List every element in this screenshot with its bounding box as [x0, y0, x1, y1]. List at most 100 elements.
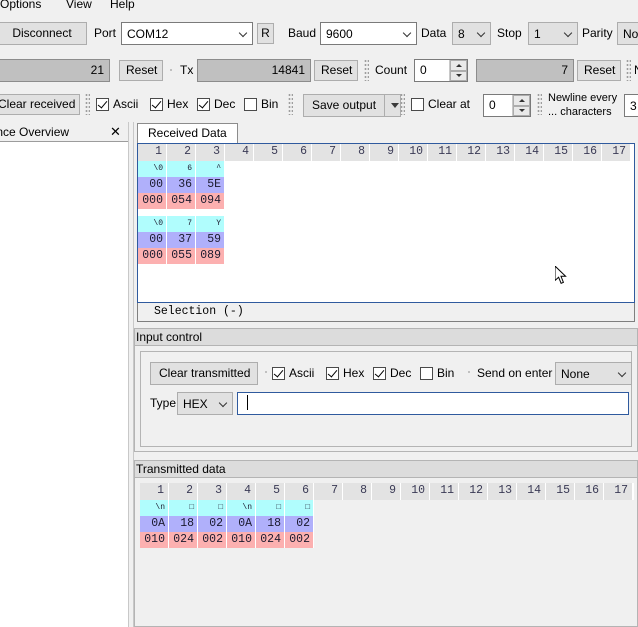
received-selection-status: Selection (-) — [137, 303, 635, 322]
transmitted-dec-cell[interactable]: 024 — [169, 532, 198, 548]
received-column-header: 11 — [428, 144, 457, 161]
received-hex-cell[interactable]: 5E — [196, 177, 225, 193]
newline-every-label-line1: Newline every — [548, 92, 618, 104]
transmitted-hex-cell[interactable]: 02 — [198, 516, 227, 532]
toolbar-grip[interactable] — [626, 59, 631, 81]
received-ascii-cell[interactable]: ^ — [196, 161, 225, 177]
transmitted-ascii-cell[interactable]: □ — [169, 500, 198, 516]
received-dec-cell[interactable]: 094 — [196, 193, 225, 209]
transmitted-dec-cell[interactable]: 002 — [285, 532, 314, 548]
clear-at-checkbox[interactable]: Clear at — [411, 97, 470, 111]
clear-received-button[interactable]: Clear received — [0, 94, 80, 115]
received-hex-cell[interactable]: 59 — [196, 232, 225, 248]
save-output-button[interactable]: Save output — [303, 94, 385, 117]
received-hex-cell[interactable]: 36 — [167, 177, 196, 193]
clear-at-stepper-buttons[interactable] — [512, 95, 530, 116]
transmitted-dec-cell[interactable]: 024 — [256, 532, 285, 548]
send-on-enter-select[interactable]: None — [555, 362, 632, 385]
transmitted-hex-cell[interactable]: 02 — [285, 516, 314, 532]
transmitted-ascii-cell[interactable]: \n — [140, 500, 169, 516]
parity-select[interactable]: No — [617, 22, 638, 45]
clear-at-stepper-up[interactable] — [513, 95, 530, 106]
transmitted-hex-cell[interactable]: 18 — [256, 516, 285, 532]
rx-reset-button[interactable]: Reset — [119, 60, 163, 81]
received-hex-cell[interactable]: 37 — [167, 232, 196, 248]
port-select[interactable]: COM12 — [121, 22, 253, 45]
transmitted-ascii-cell[interactable]: □ — [198, 500, 227, 516]
newline-every-label-line2: ... characters — [548, 106, 612, 118]
save-output-dropdown-button[interactable] — [384, 94, 402, 117]
toolbar-grip[interactable] — [288, 93, 293, 115]
transmitted-dec-cell[interactable]: 010 — [140, 532, 169, 548]
received-ascii-cell[interactable]: 7 — [167, 216, 196, 232]
baud-select-value: 9600 — [326, 26, 353, 41]
menu-item-help[interactable]: Help — [110, 0, 135, 11]
sequence-overview-body[interactable] — [0, 142, 128, 627]
count-stepper-down[interactable] — [450, 70, 467, 81]
received-ascii-cell[interactable]: 6 — [167, 161, 196, 177]
transmitted-data-grid[interactable]: 1 2 3 4 5 6 7 8 9 10 11 12 13 14 15 16 17 \n □ □ \n □ □ 0A 18 02… — [140, 483, 634, 621]
received-dec-cell[interactable]: 000 — [138, 193, 167, 209]
input-bin-checkbox[interactable]: Bin — [420, 366, 454, 380]
refresh-ports-button[interactable]: R — [257, 23, 274, 44]
tab-received-data[interactable]: Received Data — [137, 123, 238, 144]
received-ascii-cell[interactable]: \0 — [138, 161, 167, 177]
input-dec-checkbox[interactable]: Dec — [373, 366, 411, 380]
received-hex-cell[interactable]: 00 — [138, 177, 167, 193]
count-reset-button[interactable]: Reset — [577, 60, 621, 81]
hex-checkbox[interactable]: Hex — [150, 97, 188, 111]
clear-transmitted-button[interactable]: Clear transmitted — [150, 362, 258, 385]
save-output-split-button[interactable]: Save output — [303, 94, 402, 117]
tx-reset-button[interactable]: Reset — [314, 60, 358, 81]
transmitted-ascii-cell[interactable]: \n — [227, 500, 256, 516]
ascii-checkbox[interactable]: Ascii — [96, 97, 138, 111]
transmitted-column-header: 15 — [546, 483, 575, 500]
received-ascii-cell[interactable]: \0 — [138, 216, 167, 232]
input-ascii-checkbox[interactable]: Ascii — [272, 366, 314, 380]
chevron-down-icon — [404, 29, 413, 38]
transmitted-dec-cell[interactable]: 002 — [198, 532, 227, 548]
clear-at-stepper[interactable]: 0 — [483, 94, 531, 117]
bin-checkbox[interactable]: Bin — [244, 97, 278, 111]
type-select[interactable]: HEX — [177, 392, 233, 415]
transmitted-hex-cell[interactable]: 0A — [227, 516, 256, 532]
received-dec-cell[interactable]: 089 — [196, 248, 225, 264]
toolbar-grip[interactable] — [400, 93, 405, 115]
count-stepper-up[interactable] — [450, 60, 467, 71]
received-column-header: 3 — [196, 144, 225, 161]
received-ascii-cell[interactable]: Y — [196, 216, 225, 232]
transmitted-hex-cell[interactable]: 0A — [140, 516, 169, 532]
transmitted-dec-cell[interactable]: 010 — [227, 532, 256, 548]
received-dec-cell[interactable]: 000 — [138, 248, 167, 264]
count-stepper[interactable]: 0 — [414, 59, 468, 82]
data-bits-select[interactable]: 8 — [452, 22, 491, 45]
tx-label: Tx — [180, 63, 194, 77]
received-data-grid[interactable]: 1 2 3 4 5 6 7 8 9 10 11 12 13 14 15 16 17 \0 6 ^ 00 36 5E 000 0… — [137, 143, 635, 303]
clear-at-stepper-down[interactable] — [513, 105, 530, 116]
received-dec-cell[interactable]: 055 — [167, 248, 196, 264]
menu-item-view[interactable]: View — [66, 0, 92, 11]
toolbar-grip[interactable] — [85, 93, 90, 115]
count-stepper-buttons[interactable] — [449, 60, 467, 81]
transmitted-dec-row: 010 024 002 010 024 002 — [140, 532, 634, 548]
transmitted-ascii-cell[interactable]: □ — [285, 500, 314, 516]
text-caret — [247, 395, 248, 411]
menu-item-options[interactable]: Options — [0, 0, 41, 11]
transmitted-ascii-cell[interactable]: □ — [256, 500, 285, 516]
received-column-header: 2 — [167, 144, 196, 161]
received-hex-cell[interactable]: 00 — [138, 232, 167, 248]
baud-select[interactable]: 9600 — [320, 22, 417, 45]
separator-dot — [265, 371, 267, 373]
transmitted-hex-cell[interactable]: 18 — [169, 516, 198, 532]
dec-checkbox[interactable]: Dec — [197, 97, 235, 111]
toolbar-grip[interactable] — [364, 59, 369, 81]
stop-bits-select[interactable]: 1 — [528, 22, 578, 45]
transmitted-column-header: 6 — [285, 483, 314, 500]
toolbar-grip[interactable] — [537, 93, 542, 115]
input-hex-checkbox[interactable]: Hex — [326, 366, 364, 380]
newline-every-input[interactable]: 3 — [624, 94, 638, 117]
disconnect-button[interactable]: Disconnect — [0, 22, 87, 45]
close-icon[interactable]: ✕ — [108, 124, 123, 139]
send-input[interactable] — [237, 392, 629, 415]
received-dec-cell[interactable]: 054 — [167, 193, 196, 209]
